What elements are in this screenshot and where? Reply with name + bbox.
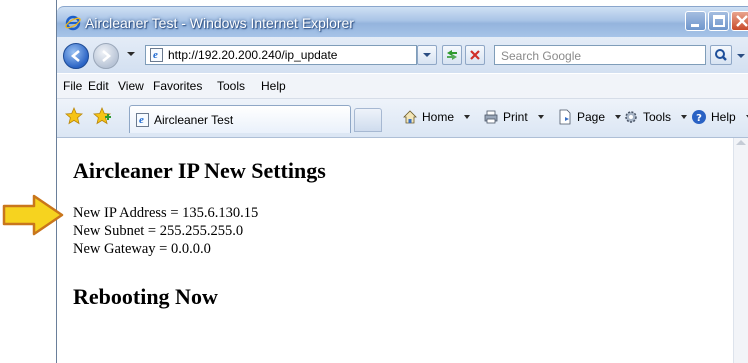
menu-help[interactable]: Help xyxy=(261,79,286,93)
maximize-icon xyxy=(713,15,725,27)
search-input[interactable]: Search Google xyxy=(494,45,706,65)
page-heading: Aircleaner IP New Settings xyxy=(73,158,326,183)
menu-favorites[interactable]: Favorites xyxy=(153,79,202,93)
new-ip-line: New IP Address = 135.6.130.15 xyxy=(73,205,259,221)
recent-pages-dropdown[interactable] xyxy=(127,52,135,56)
page-content: Aircleaner IP New Settings New IP Addres… xyxy=(57,138,733,363)
print-button[interactable]: Print xyxy=(483,109,544,125)
add-favorite-icon[interactable] xyxy=(93,107,111,125)
search-icon xyxy=(715,49,727,61)
address-dropdown-button[interactable] xyxy=(417,45,437,65)
vertical-scrollbar[interactable] xyxy=(733,138,748,363)
tab-label: Aircleaner Test xyxy=(154,113,234,127)
tab-aircleaner-test[interactable]: e Aircleaner Test xyxy=(129,105,351,133)
chevron-down-icon xyxy=(423,53,431,57)
page-icon: e xyxy=(136,113,149,127)
page-button[interactable]: Page xyxy=(557,109,622,125)
home-label: Home xyxy=(422,110,455,124)
refresh-icon xyxy=(447,50,457,60)
home-icon xyxy=(403,110,417,124)
page-menu-icon xyxy=(559,109,571,125)
new-gateway-line: New Gateway = 0.0.0.0 xyxy=(73,241,211,257)
stop-icon xyxy=(470,50,480,60)
address-url: http://192.20.200.240/ip_update xyxy=(168,48,338,62)
ie-logo-icon xyxy=(65,15,81,31)
callout-arrow-icon xyxy=(2,194,64,236)
chevron-down-icon xyxy=(737,54,745,58)
help-icon: ? xyxy=(692,110,706,124)
rebooting-heading: Rebooting Now xyxy=(73,284,218,309)
command-bar: e Aircleaner Test Home Print Page Tools … xyxy=(57,99,748,138)
close-icon xyxy=(736,15,748,27)
chevron-down-icon xyxy=(681,115,688,119)
help-label: Help xyxy=(711,110,736,124)
back-button[interactable] xyxy=(63,43,89,69)
menu-view[interactable]: View xyxy=(118,79,144,93)
new-subnet-line: New Subnet = 255.255.255.0 xyxy=(73,223,244,239)
menu-bar: File Edit View Favorites Tools Help xyxy=(57,74,748,99)
refresh-button[interactable] xyxy=(442,45,462,65)
svg-text:?: ? xyxy=(696,113,702,124)
search-button[interactable] xyxy=(710,45,732,65)
tools-label: Tools xyxy=(643,110,672,124)
address-row: e http://192.20.200.240/ip_update Search… xyxy=(57,37,748,73)
print-label: Print xyxy=(503,110,528,124)
minimize-button[interactable] xyxy=(685,11,706,31)
ie-window: Aircleaner Test - Windows Internet Explo… xyxy=(56,0,748,363)
tools-button[interactable]: Tools xyxy=(623,109,688,125)
menu-tools[interactable]: Tools xyxy=(217,79,245,93)
favorites-center-icon[interactable] xyxy=(65,107,83,125)
search-options-dropdown[interactable] xyxy=(734,45,748,65)
minimize-icon xyxy=(691,24,699,27)
title-bar[interactable]: Aircleaner Test - Windows Internet Explo… xyxy=(57,6,748,37)
menu-file[interactable]: File xyxy=(63,79,82,93)
maximize-button[interactable] xyxy=(708,11,729,31)
window-title: Aircleaner Test - Windows Internet Explo… xyxy=(85,15,354,31)
chevron-down-icon xyxy=(464,115,471,119)
address-input[interactable]: e http://192.20.200.240/ip_update xyxy=(145,45,417,65)
scroll-up-arrow-icon[interactable] xyxy=(736,140,746,145)
stop-button[interactable] xyxy=(465,45,485,65)
menu-edit[interactable]: Edit xyxy=(88,79,109,93)
forward-button[interactable] xyxy=(93,43,119,69)
home-button[interactable]: Home xyxy=(402,109,471,125)
new-tab-button[interactable] xyxy=(354,108,382,132)
close-button[interactable] xyxy=(731,11,748,31)
page-icon: e xyxy=(150,48,163,62)
print-icon xyxy=(484,110,498,124)
chevron-down-icon xyxy=(537,115,544,119)
chevron-down-icon xyxy=(615,115,622,119)
search-placeholder: Search Google xyxy=(501,49,582,63)
help-button[interactable]: ? Help xyxy=(691,109,748,125)
gear-icon xyxy=(625,111,637,123)
forward-arrow-icon xyxy=(102,50,112,62)
back-arrow-icon xyxy=(70,50,80,62)
page-label: Page xyxy=(577,110,606,124)
